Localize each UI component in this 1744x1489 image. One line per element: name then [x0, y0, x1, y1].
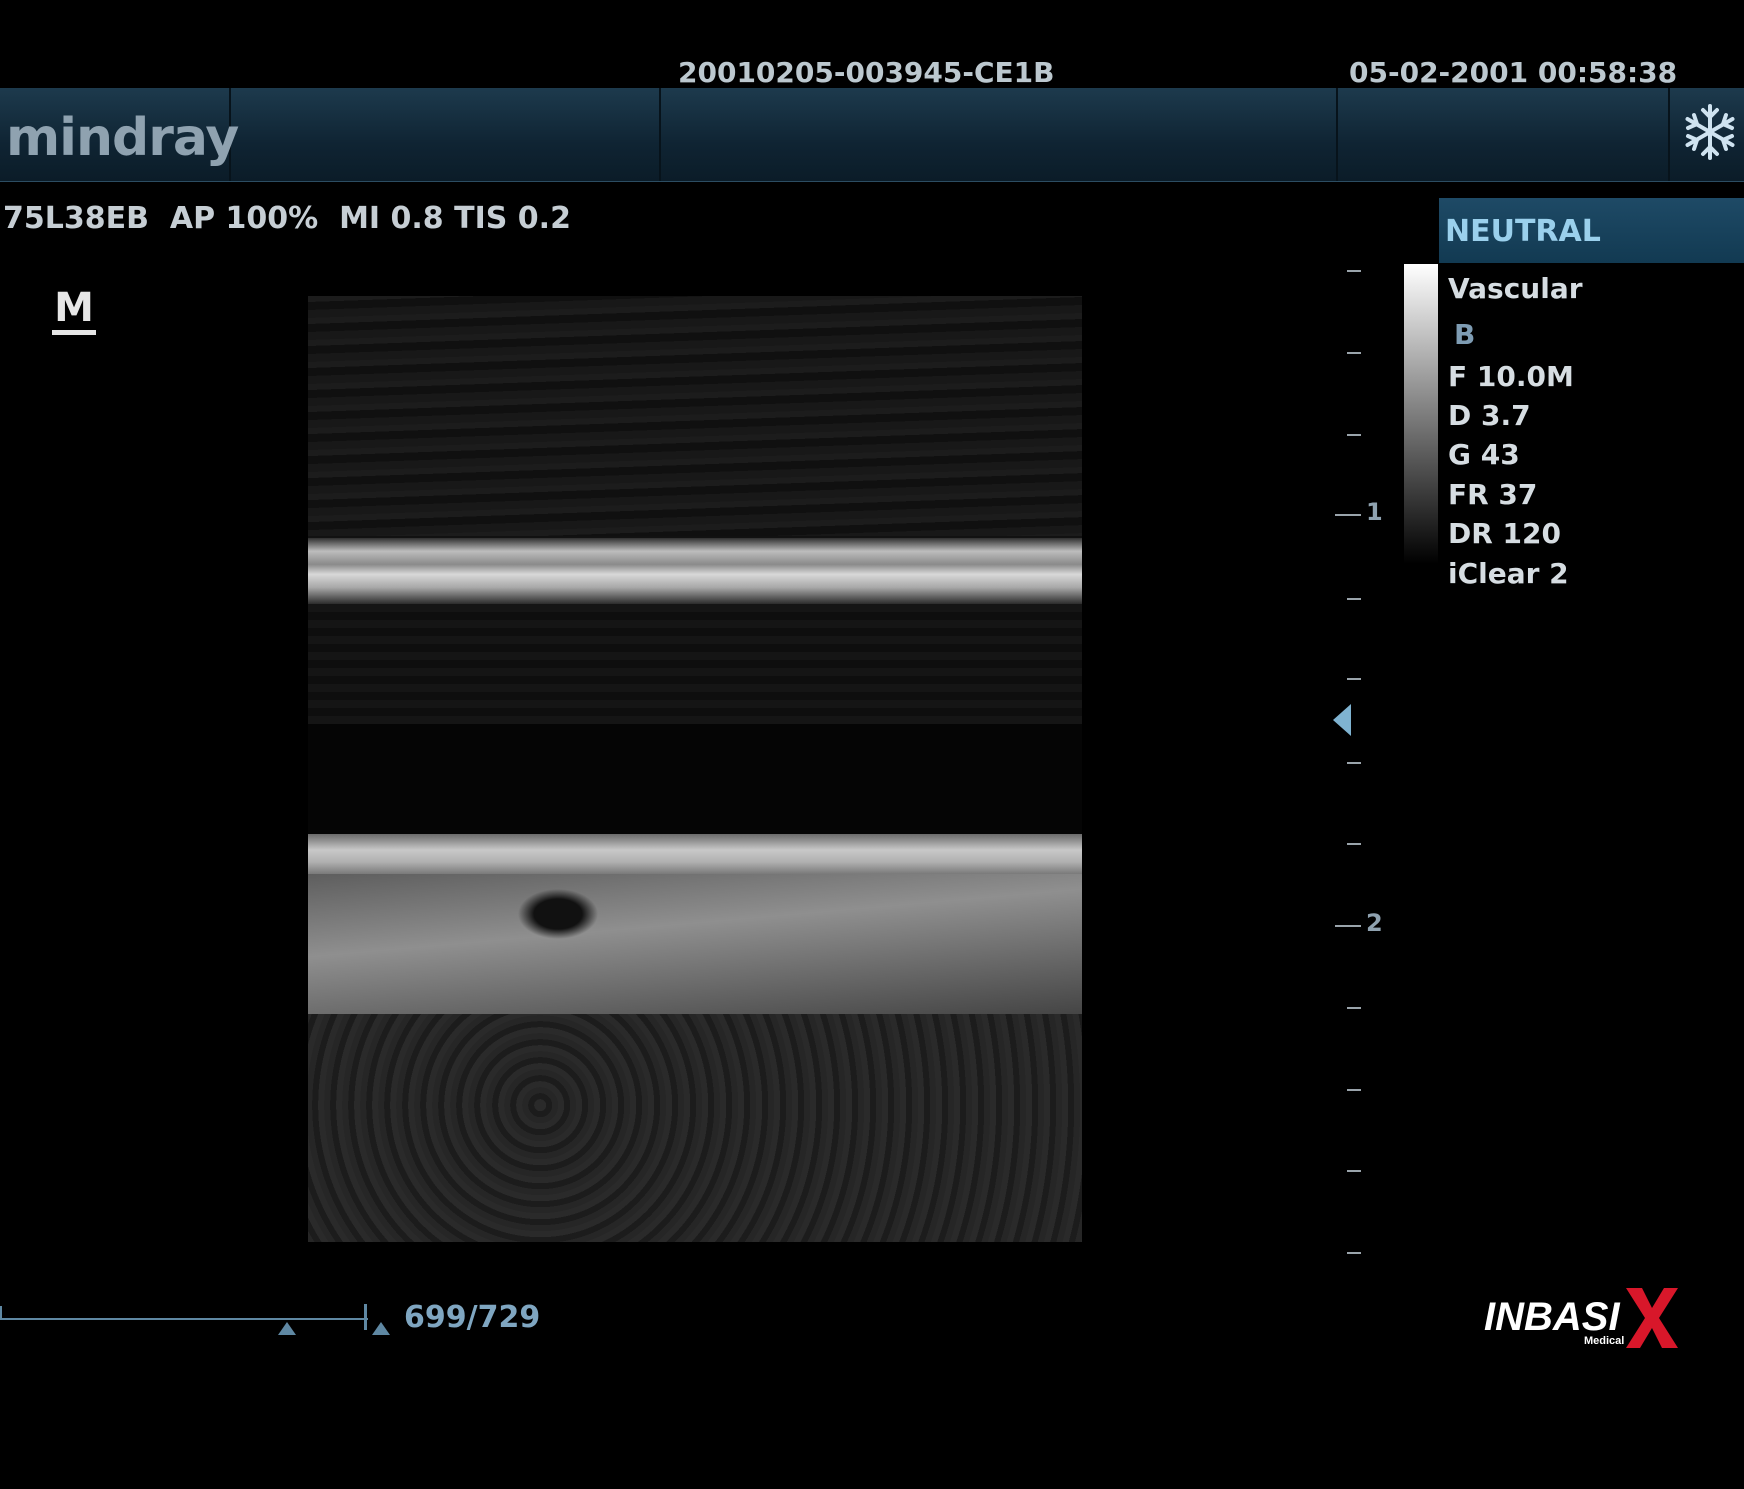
cine-frame-counter: 699/729	[404, 1300, 541, 1335]
depth-tick	[1347, 1007, 1361, 1009]
exam-type: Vascular	[1448, 272, 1583, 305]
cine-left-handle-icon[interactable]	[278, 1322, 296, 1335]
probe-info: 75L38EB AP 100% MI 0.8 TIS 0.2	[3, 201, 571, 236]
inbasix-watermark-logo: INBASI Medical	[1484, 1286, 1680, 1348]
depth-tick	[1347, 1252, 1361, 1254]
depth-tick	[1347, 678, 1361, 680]
depth-label: 2	[1366, 909, 1383, 937]
ultrasound-image[interactable]	[308, 296, 1082, 1242]
vessel-lumen	[308, 724, 1082, 834]
svg-text:INBASI: INBASI	[1484, 1295, 1620, 1339]
param-iclear: iClear 2	[1448, 557, 1569, 590]
deep-tissue	[308, 1014, 1082, 1242]
marker-underline	[52, 330, 96, 335]
header-divider	[1336, 88, 1338, 181]
depth-tick	[1347, 598, 1361, 600]
patient-id: 20010205-003945-CE1B	[678, 56, 1055, 89]
far-vessel-wall	[308, 834, 1082, 874]
near-vessel-wall	[308, 538, 1082, 604]
top-header-bar: mindray	[0, 88, 1744, 182]
orientation-marker: M	[52, 286, 96, 336]
marker-letter: M	[54, 285, 94, 331]
vessel-lumen-near	[308, 604, 1082, 724]
param-frame-rate: FR 37	[1448, 478, 1538, 511]
depth-tick-major	[1335, 514, 1361, 516]
preset-label: NEUTRAL	[1445, 214, 1601, 249]
depth-tick	[1347, 1089, 1361, 1091]
depth-tick	[1347, 762, 1361, 764]
date-time: 05-02-2001 00:58:38	[1349, 56, 1678, 89]
svg-text:Medical: Medical	[1584, 1335, 1624, 1347]
grayscale-bar	[1404, 264, 1438, 564]
param-frequency: F 10.0M	[1448, 360, 1574, 393]
depth-tick	[1347, 843, 1361, 845]
param-depth: D 3.7	[1448, 399, 1531, 432]
imaging-mode: B	[1454, 318, 1476, 351]
depth-tick	[1347, 352, 1361, 354]
snowflake-icon[interactable]	[1680, 102, 1740, 162]
header-divider	[659, 88, 661, 181]
superficial-tissue	[308, 296, 1082, 536]
header-divider	[1668, 88, 1670, 181]
depth-label: 1	[1366, 498, 1383, 526]
deep-tissue-bright	[308, 874, 1082, 1014]
param-gain: G 43	[1448, 438, 1520, 471]
param-dynamic-range: DR 120	[1448, 517, 1561, 550]
depth-tick	[1347, 1170, 1361, 1172]
cine-right-handle-icon[interactable]	[372, 1322, 390, 1335]
depth-tick	[1347, 434, 1361, 436]
cine-progress-bar[interactable]	[0, 1318, 368, 1320]
depth-tick	[1347, 270, 1361, 272]
brand-logo: mindray	[6, 108, 239, 168]
depth-tick-major	[1335, 925, 1361, 927]
cine-end-marker	[364, 1304, 367, 1330]
focus-marker-icon[interactable]	[1333, 704, 1351, 736]
